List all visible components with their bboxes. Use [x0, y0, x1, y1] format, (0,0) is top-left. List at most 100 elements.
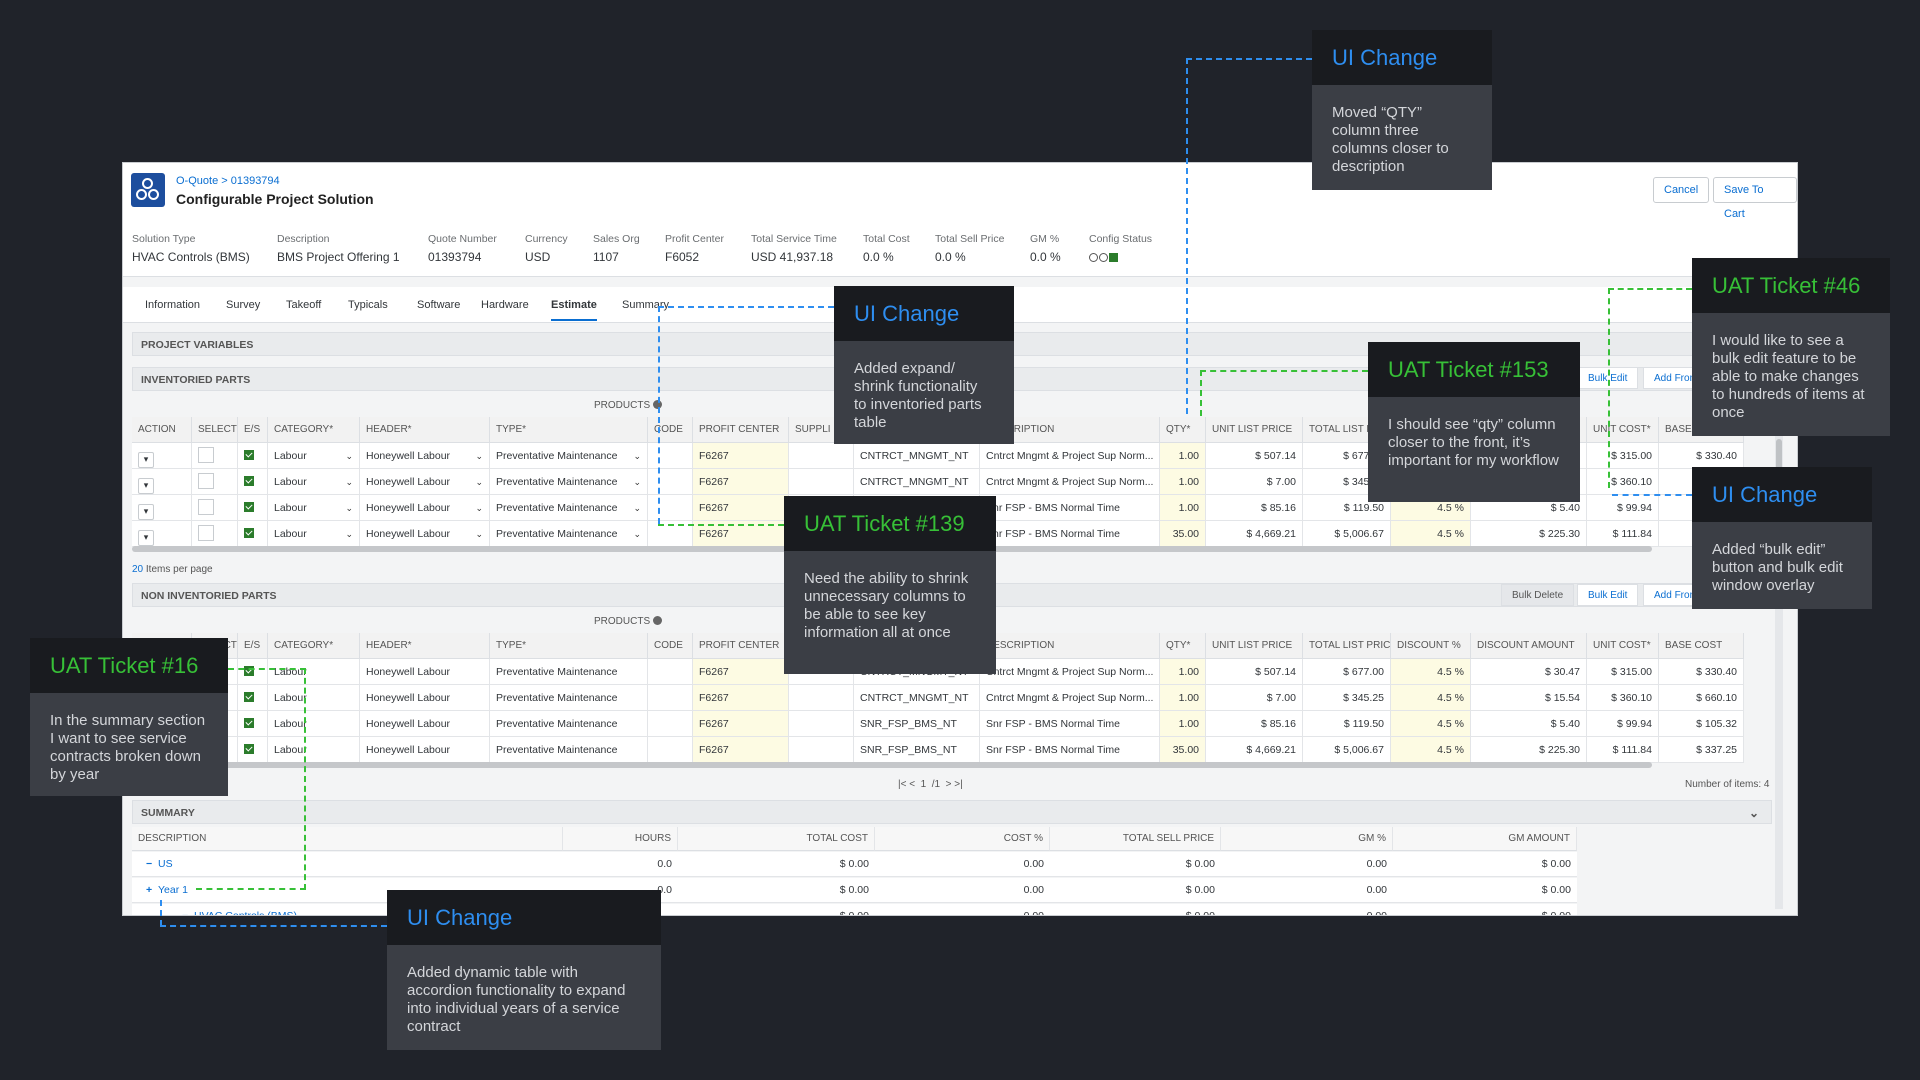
- es-checkbox[interactable]: [244, 744, 254, 754]
- es-checkbox[interactable]: [244, 718, 254, 728]
- row-select-checkbox[interactable]: [198, 447, 214, 463]
- col-header[interactable]: PROFIT CENTER: [693, 417, 789, 443]
- chevron-down-icon[interactable]: ⌄: [1749, 801, 1759, 825]
- row-action-dropdown[interactable]: ▾: [138, 530, 154, 546]
- chevron-down-icon[interactable]: ⌄: [633, 495, 641, 520]
- summary-row-label[interactable]: Year 1: [158, 884, 188, 896]
- col-header[interactable]: TYPE*: [490, 417, 648, 443]
- col-header[interactable]: TYPE*: [490, 633, 648, 659]
- col-header[interactable]: QTY*: [1160, 417, 1206, 443]
- inv-cell[interactable]: [238, 443, 268, 469]
- col-header[interactable]: HEADER*: [360, 417, 490, 443]
- bulk-delete-button[interactable]: Bulk Delete: [1501, 584, 1575, 606]
- bulk-edit-button[interactable]: Bulk Edit: [1577, 584, 1639, 606]
- prev-page-icon[interactable]: <: [909, 779, 915, 790]
- col-header[interactable]: UNIT COST*: [1587, 633, 1659, 659]
- chevron-down-icon[interactable]: ⌄: [633, 443, 641, 468]
- next-page-icon[interactable]: >: [946, 779, 952, 790]
- inv-cell[interactable]: ▾: [132, 469, 192, 495]
- col-header[interactable]: BASE COST: [1659, 633, 1744, 659]
- row-action-dropdown[interactable]: ▾: [138, 478, 154, 494]
- col-header[interactable]: DISCOUNT %: [1391, 633, 1471, 659]
- col-header[interactable]: CODE: [648, 417, 693, 443]
- inv-cell[interactable]: ▾: [132, 495, 192, 521]
- shrink-columns-icon-2[interactable]: [653, 616, 663, 625]
- inv-cell[interactable]: [192, 521, 238, 547]
- noninv-cell: $ 330.40: [1659, 659, 1744, 685]
- noninv-cell[interactable]: [238, 711, 268, 737]
- tab-information[interactable]: Information: [145, 299, 200, 311]
- horizontal-scrollbar-2[interactable]: [132, 762, 1652, 768]
- chevron-down-icon[interactable]: ⌄: [345, 495, 353, 520]
- es-checkbox[interactable]: [244, 476, 254, 486]
- chevron-down-icon[interactable]: ⌄: [475, 521, 483, 546]
- page-number[interactable]: 1: [921, 779, 927, 790]
- col-header[interactable]: SELECT: [192, 417, 238, 443]
- collapse-icon[interactable]: −: [146, 858, 152, 870]
- inv-cell[interactable]: [238, 469, 268, 495]
- col-header[interactable]: DESCRIPTION: [980, 633, 1160, 659]
- items-per-page-value[interactable]: 20: [132, 564, 143, 575]
- first-page-icon[interactable]: |<: [898, 779, 906, 790]
- inv-cell[interactable]: ▾: [132, 521, 192, 547]
- inv-cell[interactable]: [192, 495, 238, 521]
- noninv-cell[interactable]: [238, 737, 268, 763]
- breadcrumb[interactable]: O-Quote > 01393794: [176, 175, 280, 187]
- es-checkbox[interactable]: [244, 450, 254, 460]
- inv-cell[interactable]: [192, 443, 238, 469]
- items-per-page[interactable]: 20 Items per page: [132, 564, 213, 575]
- row-action-dropdown[interactable]: ▾: [138, 504, 154, 520]
- col-header[interactable]: CATEGORY*: [268, 633, 360, 659]
- save-to-cart-button[interactable]: Save To Cart: [1713, 177, 1797, 220]
- es-checkbox[interactable]: [244, 692, 254, 702]
- cancel-button[interactable]: Cancel: [1653, 177, 1710, 203]
- tab-software[interactable]: Software: [417, 299, 460, 311]
- noninv-cell[interactable]: [238, 685, 268, 711]
- row-action-dropdown[interactable]: ▾: [138, 452, 154, 468]
- row-select-checkbox[interactable]: [198, 473, 214, 489]
- collapse-icon[interactable]: −: [182, 910, 188, 915]
- es-checkbox[interactable]: [244, 502, 254, 512]
- col-header[interactable]: CODE: [648, 633, 693, 659]
- col-header[interactable]: UNIT LIST PRICE: [1206, 633, 1303, 659]
- chevron-down-icon[interactable]: ⌄: [475, 469, 483, 494]
- inv-cell[interactable]: [238, 495, 268, 521]
- summary-row-label[interactable]: US: [158, 858, 173, 870]
- tab-takeoff[interactable]: Takeoff: [286, 299, 321, 311]
- tab-survey[interactable]: Survey: [226, 299, 260, 311]
- chevron-down-icon[interactable]: ⌄: [475, 495, 483, 520]
- col-header[interactable]: HEADER*: [360, 633, 490, 659]
- col-header[interactable]: QTY*: [1160, 633, 1206, 659]
- es-checkbox[interactable]: [244, 528, 254, 538]
- col-header[interactable]: TOTAL LIST PRICE: [1303, 633, 1391, 659]
- expand-icon[interactable]: +: [146, 884, 152, 896]
- row-select-checkbox[interactable]: [198, 499, 214, 515]
- chevron-down-icon[interactable]: ⌄: [345, 521, 353, 546]
- tab-hardware[interactable]: Hardware: [481, 299, 529, 311]
- row-select-checkbox[interactable]: [198, 525, 214, 541]
- tab-summary[interactable]: Summary: [622, 299, 669, 311]
- chevron-down-icon[interactable]: ⌄: [633, 469, 641, 494]
- noninv-cell[interactable]: [238, 659, 268, 685]
- chevron-down-icon[interactable]: ⌄: [633, 521, 641, 546]
- col-header[interactable]: DISCOUNT AMOUNT: [1471, 633, 1587, 659]
- col-header[interactable]: E/S: [238, 633, 268, 659]
- summary-row-label[interactable]: HVAC Controls (BMS): [194, 910, 297, 915]
- tab-estimate[interactable]: Estimate: [551, 299, 597, 321]
- chevron-down-icon[interactable]: ⌄: [345, 469, 353, 494]
- col-header[interactable]: UNIT COST*: [1587, 417, 1659, 443]
- section-summary[interactable]: SUMMARY ⌄: [132, 800, 1772, 824]
- chevron-down-icon[interactable]: ⌄: [475, 443, 483, 468]
- col-header[interactable]: ACTION: [132, 417, 192, 443]
- col-header[interactable]: UNIT LIST PRICE: [1206, 417, 1303, 443]
- col-header[interactable]: PROFIT CENTER: [693, 633, 789, 659]
- tab-typicals[interactable]: Typicals: [348, 299, 388, 311]
- inv-cell[interactable]: ▾: [132, 443, 192, 469]
- col-header[interactable]: E/S: [238, 417, 268, 443]
- meta-label: Quote Number: [428, 233, 497, 245]
- inv-cell[interactable]: [192, 469, 238, 495]
- last-page-icon[interactable]: >|: [954, 779, 962, 790]
- col-header[interactable]: CATEGORY*: [268, 417, 360, 443]
- inv-cell[interactable]: [238, 521, 268, 547]
- chevron-down-icon[interactable]: ⌄: [345, 443, 353, 468]
